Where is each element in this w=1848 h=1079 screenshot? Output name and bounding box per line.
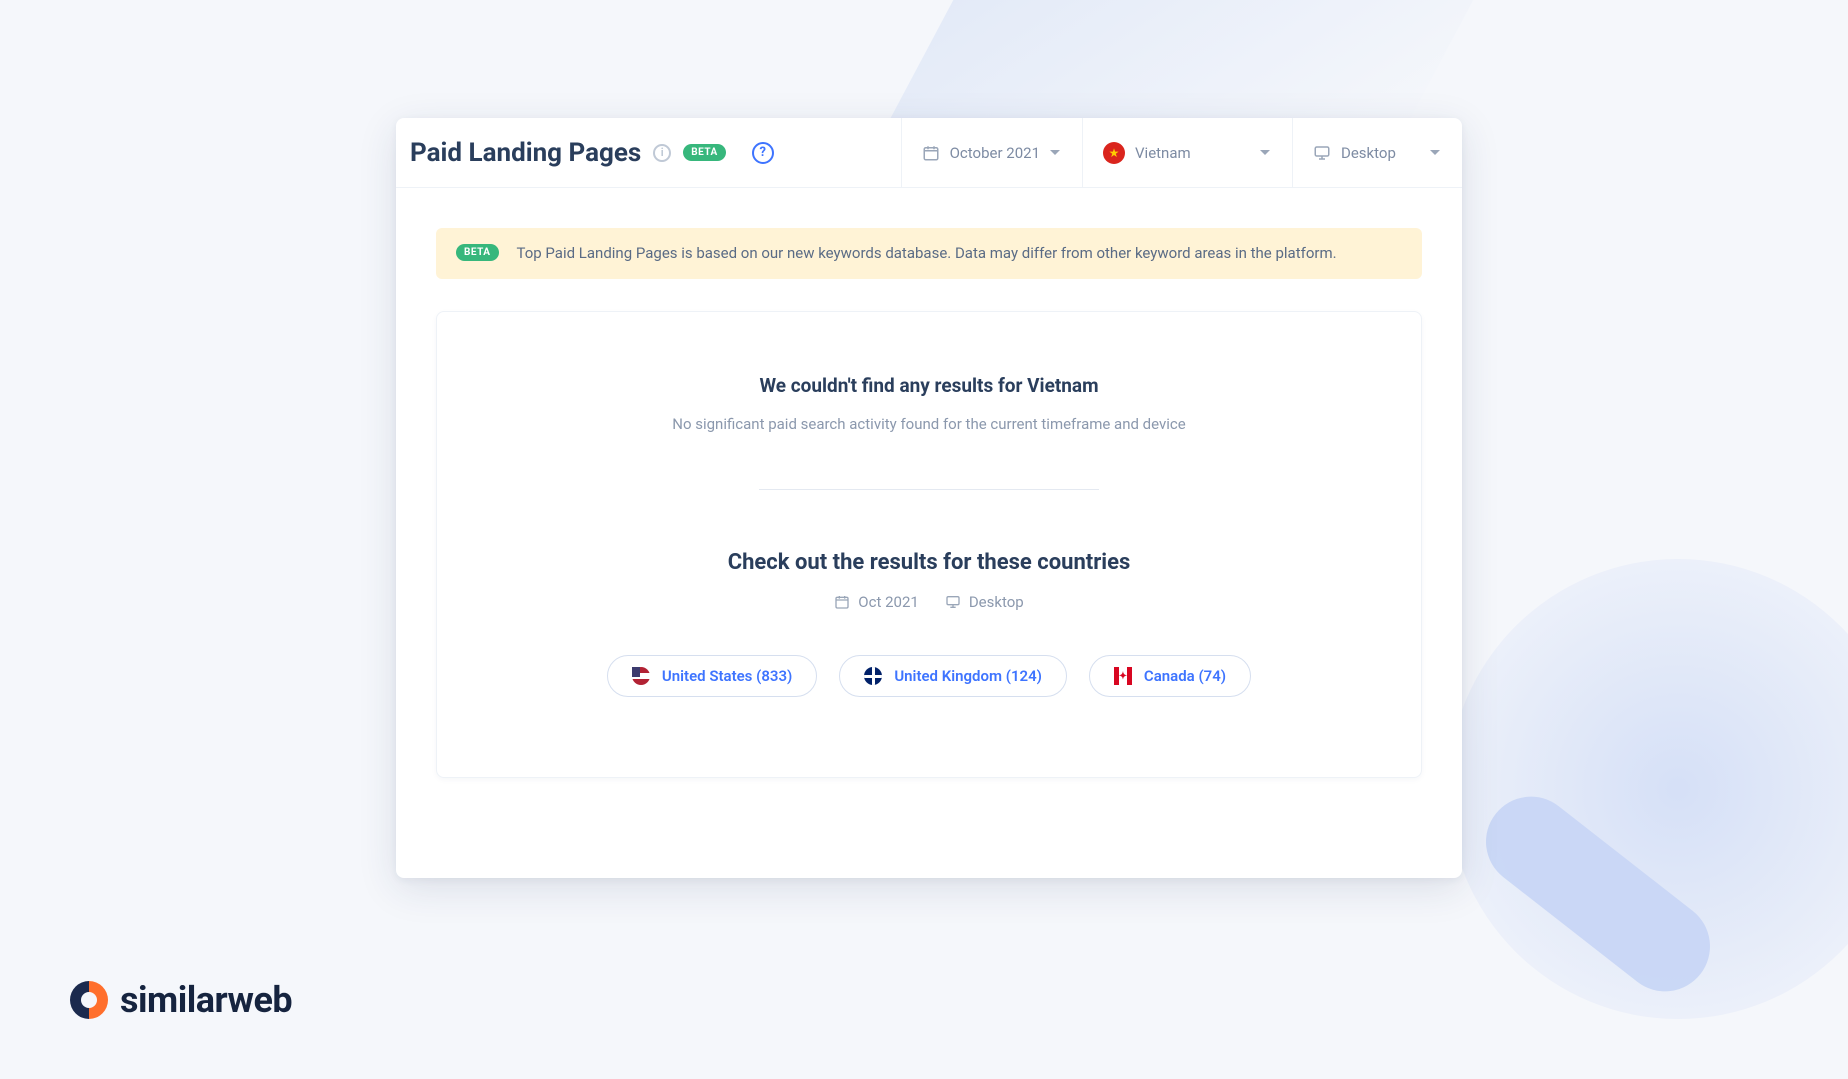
flag-icon-ca: ✦ (1114, 667, 1132, 685)
country-pill-canada[interactable]: ✦ Canada (74) (1089, 655, 1251, 697)
chevron-down-icon (1050, 150, 1060, 155)
country-pill-label: United States (833) (662, 667, 792, 685)
chevron-down-icon (1430, 150, 1440, 155)
desktop-icon (945, 594, 961, 610)
country-dropdown[interactable]: ★ Vietnam (1082, 118, 1292, 187)
alert-text: Top Paid Landing Pages is based on our n… (517, 242, 1337, 265)
beta-alert-banner: BETA Top Paid Landing Pages is based on … (436, 228, 1422, 279)
suggestions-meta: Oct 2021 Desktop (477, 593, 1381, 611)
flag-icon-us (632, 667, 650, 685)
beta-badge: BETA (683, 144, 726, 161)
flag-icon-vietnam: ★ (1103, 142, 1125, 164)
no-results-subtitle: No significant paid search activity foun… (477, 415, 1381, 433)
country-suggestion-list: United States (833) United Kingdom (124)… (477, 655, 1381, 697)
app-window: Paid Landing Pages i BETA ? October 2021… (396, 118, 1462, 878)
no-results-title: We couldn't find any results for Vietnam (477, 374, 1381, 397)
suggestions-device: Desktop (969, 593, 1024, 611)
device-dropdown[interactable]: Desktop (1292, 118, 1462, 187)
brand-name: similarweb (120, 979, 292, 1021)
calendar-icon (834, 594, 850, 610)
country-pill-label: United Kingdom (124) (894, 667, 1042, 685)
page-title: Paid Landing Pages (410, 138, 641, 168)
brand-watermark: similarweb (70, 979, 292, 1021)
device-label: Desktop (1341, 144, 1420, 162)
results-panel: We couldn't find any results for Vietnam… (436, 311, 1422, 778)
info-icon[interactable]: i (653, 144, 671, 162)
date-label: October 2021 (950, 144, 1040, 162)
divider (759, 489, 1099, 490)
country-pill-label: Canada (74) (1144, 667, 1226, 685)
flag-icon-uk (864, 667, 882, 685)
help-icon[interactable]: ? (752, 142, 774, 164)
country-pill-united-kingdom[interactable]: United Kingdom (124) (839, 655, 1067, 697)
suggestions-date: Oct 2021 (858, 593, 919, 611)
suggestions-title: Check out the results for these countrie… (477, 550, 1381, 575)
calendar-icon (922, 144, 940, 162)
similarweb-logo-icon (70, 981, 108, 1019)
date-dropdown[interactable]: October 2021 (901, 118, 1082, 187)
country-label: Vietnam (1135, 144, 1250, 162)
alert-beta-badge: BETA (456, 244, 499, 261)
country-pill-united-states[interactable]: United States (833) (607, 655, 817, 697)
header-bar: Paid Landing Pages i BETA ? October 2021… (396, 118, 1462, 188)
desktop-icon (1313, 144, 1331, 162)
chevron-down-icon (1260, 150, 1270, 155)
